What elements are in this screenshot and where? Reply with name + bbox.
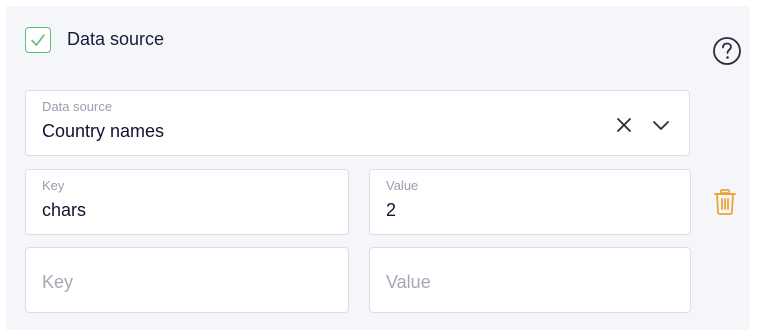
param-key-label: Key <box>42 178 65 193</box>
data-source-value: Country names <box>42 121 165 141</box>
close-icon[interactable] <box>616 117 632 133</box>
param-value-field[interactable]: Value 2 <box>369 169 691 235</box>
trash-icon[interactable] <box>713 188 737 216</box>
data-source-panel: Data source Data source Country names Ke… <box>6 6 750 330</box>
data-source-select[interactable]: Data source Country names <box>25 90 690 156</box>
param-key-value: chars <box>42 200 87 220</box>
data-source-checkbox[interactable] <box>25 27 51 53</box>
new-param-value-input[interactable]: Value <box>369 247 691 313</box>
new-param-key-input[interactable]: Key <box>25 247 349 313</box>
new-param-key-placeholder: Key <box>42 272 74 292</box>
param-key-field[interactable]: Key chars <box>25 169 349 235</box>
check-icon <box>31 34 45 46</box>
chevron-down-icon[interactable] <box>652 119 670 131</box>
question-circle-icon[interactable] <box>712 36 742 66</box>
section-title: Data source <box>67 29 165 49</box>
param-value-value: 2 <box>386 200 397 220</box>
param-value-label: Value <box>386 178 419 193</box>
data-source-label: Data source <box>42 99 113 114</box>
new-param-value-placeholder: Value <box>386 272 431 292</box>
